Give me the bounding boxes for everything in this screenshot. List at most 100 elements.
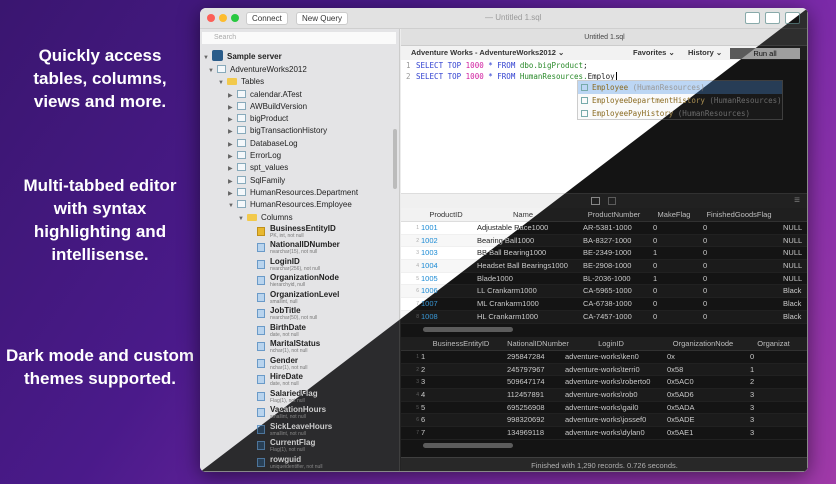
tree-table[interactable]: ▶ ErrorLog bbox=[200, 150, 396, 162]
tab-untitled[interactable]: Untitled 1.sql bbox=[401, 29, 808, 46]
database-label: AdventureWorks2012 bbox=[230, 65, 307, 74]
toggle-sidebar-icon[interactable] bbox=[745, 12, 760, 24]
run-all-button[interactable]: Run all bbox=[730, 48, 800, 59]
cell: 3 bbox=[750, 402, 755, 412]
table-icon bbox=[237, 175, 246, 184]
horizontal-scrollbar[interactable] bbox=[423, 442, 513, 448]
item-name: Employee bbox=[592, 83, 629, 92]
tree-column[interactable]: MaritalStatus nchar(1), not null bbox=[200, 339, 396, 356]
new-query-button[interactable]: New Query bbox=[296, 12, 349, 25]
column-icon bbox=[257, 375, 265, 385]
tree-column[interactable]: OrganizationNode hierarchyid, null bbox=[200, 273, 396, 290]
tree-table[interactable]: ▶ bigTransactionHistory bbox=[200, 125, 396, 137]
column-header[interactable]: BusinessEntityID bbox=[421, 337, 501, 351]
tree-column[interactable]: SalariedFlag Flag(1), not null bbox=[200, 389, 396, 406]
table-row[interactable]: 8 1008 HL Crankarm1000 CA-7457-1000 0 0 Black bbox=[401, 310, 808, 324]
table-row[interactable]: 3 1003 BB Ball Bearing1000 BE-2349-1000 1 0 NU… bbox=[401, 247, 808, 261]
column-header[interactable]: Name bbox=[473, 208, 573, 222]
tree-column[interactable]: rowguid uniqueidentifier, not null bbox=[200, 455, 396, 472]
table-row[interactable]: 1 1 295847284 adventure-works\ken0 0x 0 bbox=[401, 351, 808, 364]
table-row[interactable]: 3 3 509647174 adventure-works\roberto0 0x5AC… bbox=[401, 376, 808, 390]
column-header[interactable]: OrganizationNode bbox=[663, 337, 743, 351]
column-header[interactable]: LoginID bbox=[561, 337, 661, 351]
tree-column[interactable]: HireDate date, not null bbox=[200, 372, 396, 389]
table-row[interactable]: 6 1006 LL Crankarm1000 CA-5965-1000 0 0 Black bbox=[401, 285, 808, 299]
table-row[interactable]: 1 1001 Adjustable Race1000 AR-5381-1000 0 0 NU… bbox=[401, 222, 808, 235]
table-row[interactable]: 5 5 695256908 adventure-works\gail0 0x5ADA 3 bbox=[401, 402, 808, 415]
tree-column[interactable]: BusinessEntityID PK, int, not null bbox=[200, 224, 396, 241]
toggle-panel-icon[interactable] bbox=[785, 12, 800, 24]
column-name: JobTitle bbox=[270, 306, 301, 316]
column-header[interactable]: MakeFlag bbox=[649, 208, 699, 222]
row-number: 6 bbox=[416, 288, 419, 295]
table-row[interactable]: 7 1007 ML Crankarm1000 CA-6738-1000 0 0 Black bbox=[401, 298, 808, 311]
minimize-button[interactable] bbox=[219, 14, 227, 22]
history-menu[interactable]: History ⌄ bbox=[688, 46, 722, 60]
item-schema: (HumanResources) bbox=[709, 96, 782, 105]
column-name: HireDate bbox=[270, 372, 303, 382]
search-input[interactable]: Search bbox=[202, 32, 396, 44]
favorites-menu[interactable]: Favorites ⌄ bbox=[633, 46, 675, 60]
cell: ML Crankarm1000 bbox=[477, 299, 539, 309]
tree-table[interactable]: ▶ SqlFamily bbox=[200, 175, 396, 187]
menu-icon[interactable]: ≡ bbox=[794, 195, 800, 206]
tree-table[interactable]: ▶ spt_values bbox=[200, 162, 396, 174]
tree-column[interactable]: CurrentFlag Flag(1), not null bbox=[200, 438, 396, 455]
toggle-results-icon[interactable] bbox=[765, 12, 780, 24]
tree-column[interactable]: SickLeaveHours smallint, not null bbox=[200, 422, 396, 439]
autocomplete-item[interactable]: EmployeeDepartmentHistory (HumanResource… bbox=[578, 94, 782, 107]
cell: 2 bbox=[750, 377, 755, 387]
autocomplete-item[interactable]: EmployeePayHistory (HumanResources) bbox=[578, 107, 782, 120]
tree-column[interactable]: NationalIDNumber nvarchar(15), not null bbox=[200, 240, 396, 257]
text-view-icon[interactable] bbox=[608, 197, 616, 205]
tree-server[interactable]: ▼ Sample server bbox=[200, 49, 396, 64]
tree-column[interactable]: Gender nchar(1), not null bbox=[200, 356, 396, 373]
tree-tables-folder[interactable]: ▼ Tables bbox=[200, 76, 396, 88]
item-name: EmployeeDepartmentHistory bbox=[592, 96, 705, 105]
database-icon bbox=[217, 65, 226, 73]
connect-button[interactable]: Connect bbox=[246, 12, 288, 25]
table-row[interactable]: 6 6 998320692 adventure-works\jossef0 0x5ADE… bbox=[401, 414, 808, 428]
column-header[interactable]: Organizat bbox=[746, 337, 801, 351]
column-icon bbox=[257, 342, 265, 352]
table-label: AWBuildVersion bbox=[250, 101, 308, 111]
column-name: OrganizationNode bbox=[270, 273, 339, 283]
tree-column[interactable]: BirthDate date, not null bbox=[200, 323, 396, 340]
cell: 0 bbox=[703, 311, 708, 321]
column-name: LoginID bbox=[270, 256, 300, 266]
tree-column[interactable]: JobTitle nvarchar(50), not null bbox=[200, 306, 396, 323]
tree-table[interactable]: ▶ calendar.ATest bbox=[200, 89, 396, 101]
table-row[interactable]: 5 1005 Blade1000 BL-2036-1000 1 0 NULL bbox=[401, 273, 808, 286]
zoom-button[interactable] bbox=[231, 14, 239, 22]
horizontal-scrollbar[interactable] bbox=[423, 326, 513, 332]
table-row[interactable]: 7 7 134969118 adventure-works\dylan0 0x5AE1 3 bbox=[401, 427, 808, 440]
table-row[interactable]: 2 1002 Bearing Ball1000 BA-8327-1000 0 0 NULL bbox=[401, 234, 808, 248]
tree-table[interactable]: ▶ bigProduct bbox=[200, 113, 396, 125]
tree-database[interactable]: ▼ AdventureWorks2012 bbox=[200, 64, 396, 76]
tree-columns-folder[interactable]: ▼ Columns bbox=[200, 212, 396, 224]
column-header[interactable]: ProductID bbox=[421, 208, 471, 222]
cell: 4 bbox=[421, 390, 426, 400]
item-name: EmployeePayHistory bbox=[592, 109, 674, 118]
tree-column[interactable]: LoginID nvarchar(256), not null bbox=[200, 257, 396, 274]
grid-view-icon[interactable] bbox=[591, 197, 600, 205]
tree-table[interactable]: ▶ DatabaseLog bbox=[200, 138, 396, 150]
tree-column[interactable]: VacationHours smallint, not null bbox=[200, 405, 396, 422]
table-row[interactable]: 4 4 112457891 adventure-works\rob0 0x5AD6 3 bbox=[401, 389, 808, 402]
column-header[interactable]: FinishedGoodsFlag bbox=[699, 208, 779, 222]
row-number: 4 bbox=[416, 392, 419, 399]
tree-table[interactable]: ▶ HumanResources.Department bbox=[200, 187, 396, 199]
tree-column[interactable]: OrganizationLevel smallint, null bbox=[200, 290, 396, 307]
tree-table[interactable]: ▶ AWBuildVersion bbox=[200, 101, 396, 113]
close-button[interactable] bbox=[207, 14, 215, 22]
connection-select[interactable]: Adventure Works - AdventureWorks2012 ⌄ bbox=[411, 46, 564, 60]
cell: Adjustable Race1000 bbox=[477, 223, 549, 232]
sidebar-scrollbar[interactable] bbox=[393, 129, 397, 189]
table-row[interactable]: 2 2 245797967 adventure-works\terri0 0x58 1 bbox=[401, 363, 808, 377]
row-number: 4 bbox=[416, 263, 419, 270]
autocomplete-item[interactable]: Employee (HumanResources) bbox=[578, 81, 782, 94]
column-icon bbox=[257, 391, 265, 401]
table-row[interactable]: 4 1004 Headset Ball Bearings1000 BE-2908-10… bbox=[401, 260, 808, 273]
tree-table[interactable]: ▼ HumanResources.Employee bbox=[200, 199, 396, 211]
column-header[interactable]: ProductNumber bbox=[579, 208, 649, 222]
